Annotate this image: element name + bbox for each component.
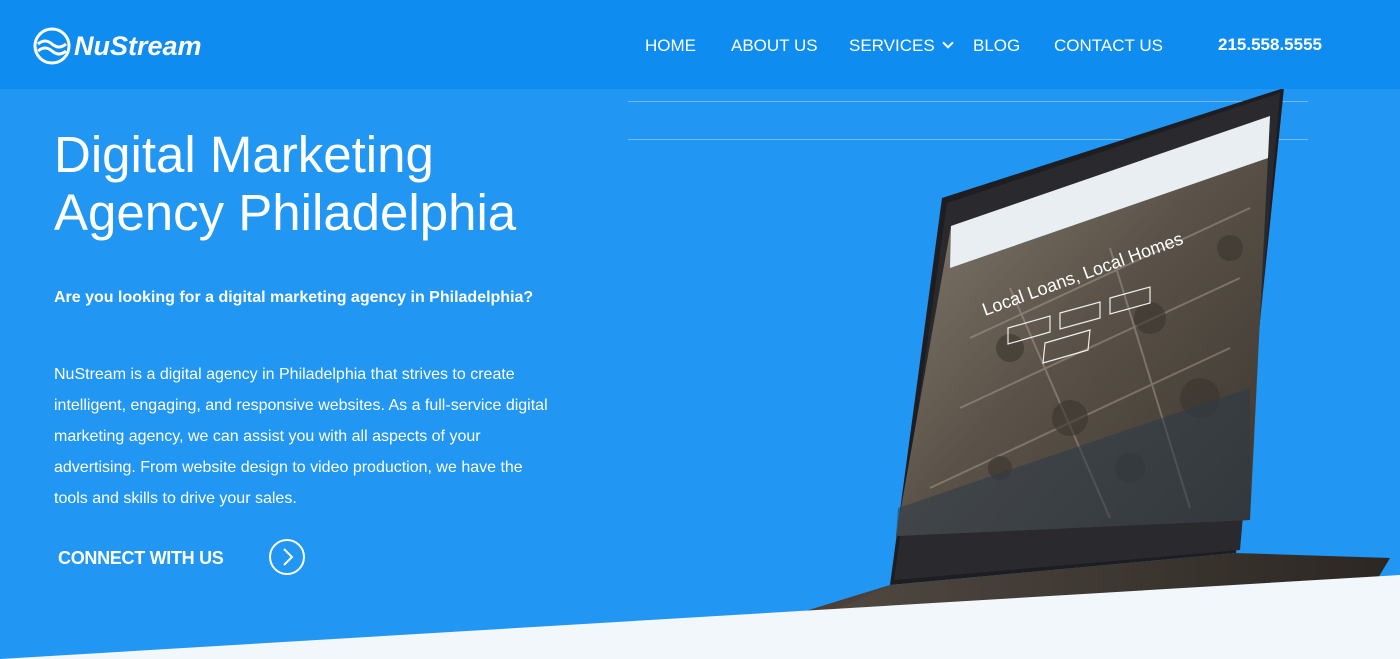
arrow-circle-right-icon[interactable] bbox=[268, 538, 306, 576]
hero-description-line: marketing agency, we can assist you with… bbox=[54, 428, 481, 445]
hero-headline: Digital Marketing Agency Philadelphia bbox=[54, 126, 516, 242]
hero-question: Are you looking for a digital marketing … bbox=[54, 289, 534, 306]
phone-number[interactable]: 215.558.5555 bbox=[1218, 35, 1322, 55]
nav-about-us[interactable]: ABOUT US bbox=[731, 36, 818, 56]
site-logo[interactable]: NuStream bbox=[32, 26, 202, 66]
site-header: NuStream HOME ABOUT US SERVICES BLOG CON… bbox=[0, 0, 1400, 89]
hero-description-line: intelligent, engaging, and responsive we… bbox=[54, 397, 548, 414]
nustream-logo-icon bbox=[33, 27, 71, 65]
hero-description-line: advertising. From website design to vide… bbox=[54, 459, 523, 476]
hero-headline-line-2: Agency Philadelphia bbox=[54, 184, 517, 241]
chevron-down-icon bbox=[942, 37, 954, 49]
connect-with-us-button[interactable]: CONNECT WITH US bbox=[58, 538, 305, 578]
nav-blog[interactable]: BLOG bbox=[973, 36, 1020, 56]
nav-services-label: SERVICES bbox=[849, 36, 935, 55]
cta-label: CONNECT WITH US bbox=[58, 547, 224, 568]
hero-description: NuStream is a digital agency in Philadel… bbox=[54, 359, 584, 514]
hero-description-line: tools and skills to drive your sales. bbox=[54, 490, 297, 507]
hero-headline-line-1: Digital Marketing bbox=[54, 126, 434, 183]
nav-home[interactable]: HOME bbox=[645, 36, 696, 56]
brand-name: NuStream bbox=[74, 30, 202, 61]
nav-contact-us[interactable]: CONTACT US bbox=[1054, 36, 1163, 56]
laptop-image: Local Loans, Local Homes bbox=[650, 88, 1390, 659]
hero-description-line: NuStream is a digital agency in Philadel… bbox=[54, 366, 515, 383]
hero-section: Local Loans, Local Homes NuStream HOME A… bbox=[0, 0, 1400, 659]
nav-services[interactable]: SERVICES bbox=[849, 36, 954, 56]
